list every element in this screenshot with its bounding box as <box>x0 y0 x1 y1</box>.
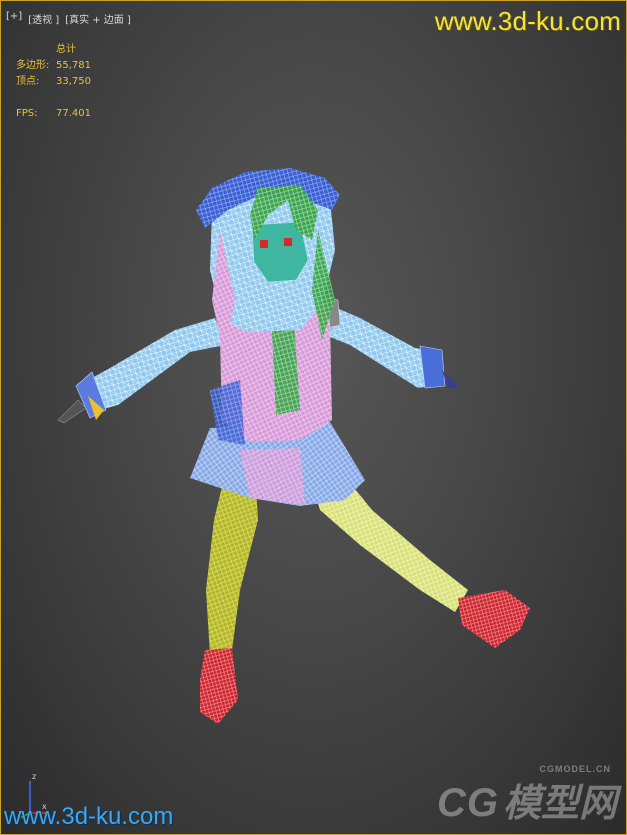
left-shoe-mesh <box>200 648 238 724</box>
right-shoe-mesh <box>458 590 530 648</box>
scene-statistics: 总计 多边形: 55,781 顶点: 33,750 FPS: 77.401 <box>16 42 91 122</box>
cgmodel-logo-cn: 模型网 <box>502 783 617 825</box>
left-arm-mesh <box>92 318 225 410</box>
vertices-value: 33,750 <box>56 76 91 87</box>
polygons-value: 55,781 <box>56 60 91 71</box>
viewport-label-menu: [+] [透视 ] [真实 + 边面 ] <box>6 11 131 26</box>
polygons-label: 多边形: <box>16 60 50 71</box>
vertices-label: 顶点: <box>16 76 40 87</box>
stats-title: 总计 <box>56 44 76 55</box>
viewport-menu-shading[interactable]: [真实 + 边面 ] <box>65 11 131 26</box>
viewport-menu-plus[interactable]: [+] <box>6 11 22 26</box>
cgmodel-logo: CGMODEL.CN CG 模型网 <box>436 764 617 827</box>
cgmodel-logo-cg: CG <box>436 781 499 825</box>
axis-z-label: z <box>32 772 36 781</box>
fps-value: 77.401 <box>56 108 91 119</box>
viewport-menu-perspective[interactable]: [透视 ] <box>28 11 59 26</box>
fps-label: FPS: <box>16 108 38 119</box>
watermark-bottom: www.3d-ku.com <box>4 803 174 830</box>
watermark-top: www.3d-ku.com <box>434 6 621 36</box>
cgmodel-logo-small: CGMODEL.CN <box>539 764 611 774</box>
viewport-perspective[interactable]: [+] [透视 ] [真实 + 边面 ] 总计 多边形: 55,781 顶点: … <box>0 0 627 835</box>
character-model-wireframe[interactable] <box>0 0 627 835</box>
